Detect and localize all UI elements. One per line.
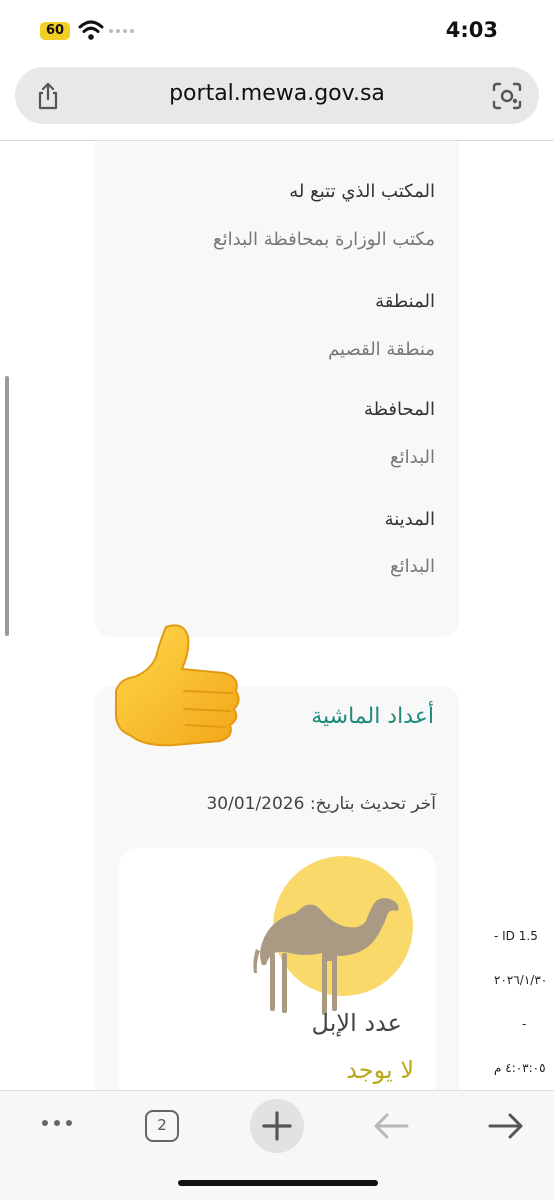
camel-icon bbox=[253, 898, 399, 1015]
scroll-indicator[interactable] bbox=[5, 376, 9, 636]
battery-indicator: 60 bbox=[40, 22, 70, 40]
signal-dots-icon bbox=[109, 29, 134, 33]
status-bar: 60 4:03 bbox=[0, 0, 554, 64]
office-value: مكتب الوزارة بمحافظة البدائع bbox=[213, 229, 435, 250]
plus-icon bbox=[262, 1111, 292, 1141]
watermark-date: ٢٠٢٦/١/٣٠ bbox=[494, 973, 548, 987]
camel-count-label: عدد الإبل bbox=[311, 1009, 402, 1037]
office-label: المكتب الذي تتبع له bbox=[289, 181, 435, 202]
watermark-id: - ID 1.5 bbox=[494, 929, 538, 943]
clock: 4:03 bbox=[445, 18, 498, 42]
governorate-label: المحافظة bbox=[363, 399, 435, 420]
more-icon[interactable] bbox=[38, 1111, 78, 1135]
city-value: البدائع bbox=[390, 556, 435, 577]
url-text[interactable]: portal.mewa.gov.sa bbox=[15, 81, 539, 106]
camel-count-value: لا يوجد bbox=[346, 1056, 414, 1084]
back-arrow-icon[interactable] bbox=[371, 1111, 411, 1141]
forward-arrow-icon[interactable] bbox=[486, 1111, 526, 1141]
region-value: منطقة القصيم bbox=[328, 339, 435, 360]
city-label: المدينة bbox=[384, 509, 435, 530]
new-tab-button[interactable] bbox=[250, 1099, 304, 1153]
tabs-button[interactable]: 2 bbox=[145, 1110, 179, 1142]
address-bar[interactable]: portal.mewa.gov.sa bbox=[15, 67, 539, 124]
wifi-icon bbox=[78, 20, 104, 40]
region-label: المنطقة bbox=[375, 291, 435, 312]
watermark-time: ٤:٠٣:٠٥ م bbox=[494, 1061, 546, 1075]
livestock-title: أعداد الماشية bbox=[311, 704, 434, 729]
lens-icon[interactable] bbox=[491, 81, 523, 111]
home-indicator[interactable] bbox=[178, 1180, 378, 1186]
governorate-value: البدائع bbox=[390, 447, 435, 468]
thumbs-up-emoji bbox=[115, 624, 240, 747]
watermark-dash: - bbox=[522, 1017, 527, 1031]
page-content[interactable]: المكتب الذي تتبع له مكتب الوزارة بمحافظة… bbox=[0, 141, 554, 1091]
last-updated-date: آخر تحديث بتاريخ: 30/01/2026 bbox=[206, 794, 436, 814]
